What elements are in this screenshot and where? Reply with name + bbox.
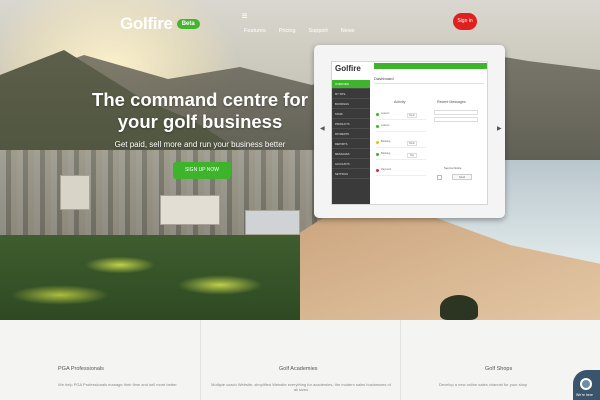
- activity-row: Booking: [376, 150, 426, 160]
- messages-heading: Recent Messages: [437, 100, 466, 104]
- activity-row: Booking: [376, 138, 426, 148]
- app-logo: Golfire: [335, 64, 361, 73]
- app-screenshot: Golfire Dashboard OVERVIEW MY SITE BOOKI…: [331, 61, 488, 205]
- nav-pricing[interactable]: Pricing: [279, 28, 296, 34]
- app-sidebar-item: ACCOUNTS: [332, 160, 370, 169]
- feature-title: PGA Professionals: [58, 366, 104, 372]
- prev-arrow-icon[interactable]: ◀: [320, 125, 325, 132]
- next-arrow-icon[interactable]: ▶: [497, 125, 502, 132]
- mini-box: Book: [407, 113, 417, 118]
- status-dot: [376, 153, 379, 156]
- status-dot: [376, 169, 379, 172]
- feature-pga: PGA Professionals We help PGA Profession…: [0, 320, 200, 400]
- feature-desc: Multiple coach Website, simplified Websi…: [211, 382, 391, 392]
- signin-button[interactable]: Sign in: [453, 13, 477, 30]
- app-sidebar-item: MESSAGES: [332, 150, 370, 159]
- feature-desc: Develop a new online sales channel for y…: [439, 382, 528, 387]
- row-label: Booking: [381, 140, 391, 143]
- activity-heading: Activity: [394, 100, 406, 104]
- nav-support[interactable]: Support: [309, 28, 328, 34]
- app-sidebar-item: SETTINGS: [332, 170, 370, 179]
- feature-title: Golf Shops: [485, 366, 513, 372]
- main-nav: Features Pricing Support News: [244, 28, 355, 34]
- app-sidebar-item: MY SITE: [332, 90, 370, 99]
- tablet-mockup: ◀ ▶ Golfire Dashboard OVERVIEW MY SITE B…: [314, 45, 505, 218]
- mini-box: Pay: [407, 153, 417, 158]
- tree: [440, 295, 478, 320]
- row-label: Booking: [381, 152, 391, 155]
- app-sidebar-item: PRODUCTS: [332, 120, 370, 129]
- app-sidebar-item: STAFF: [332, 110, 370, 119]
- row-label: Lesson: [381, 112, 390, 115]
- message-field: [434, 110, 478, 115]
- message-field: [434, 117, 478, 122]
- headline-line-2: your golf business: [117, 111, 283, 132]
- app-sidebar-item: REPORTS: [332, 140, 370, 149]
- golf-course: [0, 235, 330, 320]
- chat-bubble-icon: [580, 378, 592, 390]
- hero-subheadline: Get paid, sell more and run your busines…: [114, 140, 286, 149]
- feature-shops: Golf Shops Develop a new online sales ch…: [400, 320, 600, 400]
- feature-desc: We help PGA Professionals manage their t…: [58, 382, 178, 387]
- activity-row: Lesson: [376, 110, 426, 120]
- app-sidebar-item: BOOKINGS: [332, 100, 370, 109]
- activity-row: Payment: [376, 166, 426, 176]
- notice-caption: Send a Notice: [444, 166, 462, 170]
- features-strip: PGA Professionals We help PGA Profession…: [0, 320, 600, 400]
- feature-title: Golf Academies: [279, 366, 318, 372]
- app-topbar: [374, 63, 487, 69]
- building: [245, 210, 300, 235]
- building: [160, 195, 220, 225]
- status-dot: [376, 141, 379, 144]
- hero-section: [0, 0, 600, 320]
- chat-label: We're here: [576, 393, 593, 397]
- row-label: Lesson: [381, 124, 390, 127]
- app-sidebar: OVERVIEW MY SITE BOOKINGS STAFF PRODUCTS…: [332, 80, 370, 204]
- activity-row: Lesson: [376, 122, 426, 132]
- status-dot: [376, 113, 379, 116]
- feature-academies: Golf Academies Multiple coach Website, s…: [200, 320, 400, 400]
- checkbox: [437, 175, 442, 180]
- row-label: Payment: [381, 168, 392, 171]
- app-title: Dashboard: [374, 76, 394, 81]
- chat-widget[interactable]: We're here: [573, 370, 600, 400]
- divider: [374, 83, 484, 84]
- app-sidebar-item: OVERVIEW: [332, 80, 370, 89]
- beta-badge: Beta: [176, 19, 200, 29]
- status-dot: [376, 125, 379, 128]
- app-sidebar-item: PAYMENTS: [332, 130, 370, 139]
- signup-button[interactable]: SIGN UP NOW: [173, 162, 231, 179]
- app-send-button: Send: [452, 174, 472, 180]
- nav-features[interactable]: Features: [244, 28, 266, 34]
- hero-headline: The command centre for your golf busines…: [90, 89, 310, 133]
- hamburger-icon[interactable]: ≡: [240, 12, 249, 22]
- headline-line-1: The command centre for: [92, 89, 308, 110]
- mini-box: Book: [407, 141, 417, 146]
- site-logo[interactable]: Golfire Beta: [120, 14, 200, 34]
- logo-text: Golfire: [120, 14, 173, 33]
- nav-news[interactable]: News: [341, 28, 355, 34]
- building: [60, 175, 90, 210]
